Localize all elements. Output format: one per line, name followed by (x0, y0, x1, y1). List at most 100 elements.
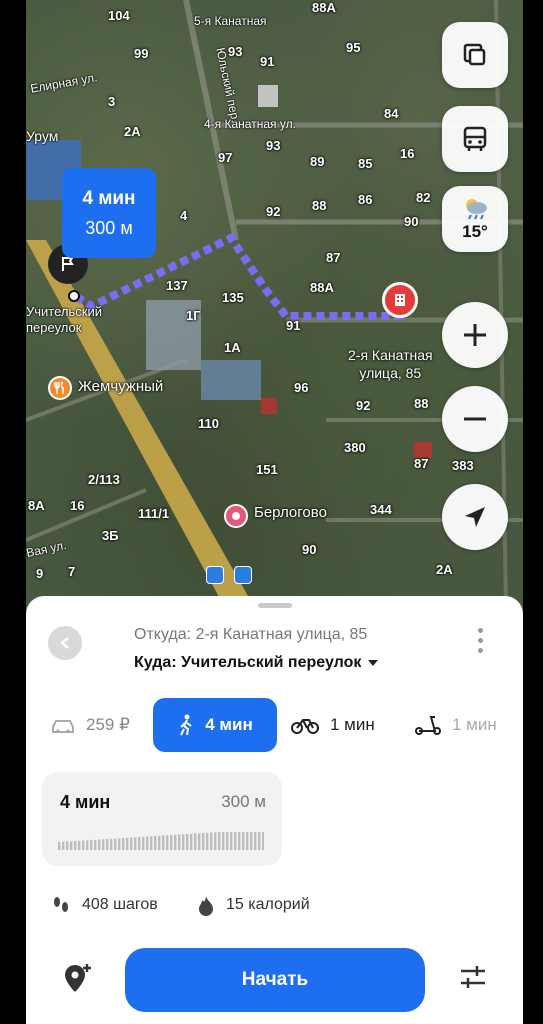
elevation-bar (186, 834, 189, 850)
elevation-bar (162, 835, 165, 850)
house-number: 87 (414, 456, 429, 471)
house-number: 380 (344, 440, 366, 455)
house-number: 2А (124, 124, 141, 139)
route-to-selector[interactable]: Куда: Учительский переулок (134, 654, 379, 672)
house-number: 111/1 (138, 506, 170, 521)
mode-walk-value: 4 мин (205, 715, 253, 734)
elevation-bar (154, 836, 157, 850)
house-number: 89 (310, 154, 325, 169)
route-time-bubble[interactable]: 4 мин 300 м (62, 168, 156, 258)
street-label: Урум (26, 128, 59, 144)
elevation-bar (194, 833, 197, 850)
house-number: 344 (370, 502, 392, 517)
elevation-bar (86, 840, 89, 850)
house-number: 99 (134, 46, 149, 61)
mode-scooter[interactable]: 1 мин (414, 698, 497, 752)
car-icon (52, 720, 74, 733)
transit-stop-marker[interactable] (234, 566, 252, 584)
mode-bike[interactable]: 1 мин (290, 698, 375, 752)
plus-icon (464, 324, 486, 346)
route-option-card[interactable]: 4 мин 300 м (42, 772, 282, 866)
house-number: 88 (312, 198, 327, 213)
elevation-bar (102, 839, 105, 850)
elevation-bar (90, 840, 93, 850)
elevation-bar (158, 835, 161, 850)
mode-car[interactable]: 259 ₽ (50, 698, 130, 752)
transit-stop-marker[interactable] (206, 566, 224, 584)
bus-icon (463, 126, 487, 151)
transit-button[interactable] (442, 106, 508, 172)
bike-icon (291, 719, 319, 734)
house-number: 82 (416, 190, 431, 205)
house-number: 7 (68, 564, 76, 579)
caret-down-icon (368, 660, 379, 666)
house-number: 91 (286, 318, 301, 333)
zoom-in-button[interactable] (442, 302, 508, 368)
elevation-bar (230, 832, 233, 850)
house-number: 88 (414, 396, 429, 411)
house-number: 151 (256, 462, 278, 477)
poi-marker[interactable] (224, 504, 248, 528)
house-number: 92 (356, 398, 371, 413)
elevation-bar (138, 837, 141, 850)
elevation-bar (190, 833, 193, 850)
more-options-button[interactable] (478, 628, 483, 653)
elevation-bar (198, 833, 201, 850)
house-number: 1А (224, 340, 241, 355)
house-number: 93 (228, 44, 243, 59)
elevation-bar (146, 836, 149, 850)
destination-marker[interactable] (382, 282, 418, 318)
rain-cloud-icon (466, 199, 487, 220)
route-time: 4 мин (82, 187, 136, 209)
weather-button[interactable]: 15° (442, 186, 508, 252)
sheet-drag-handle[interactable] (258, 603, 292, 608)
house-number: 2/113 (88, 472, 120, 487)
destination-label: 2-я Канатная улица, 85 (348, 347, 433, 381)
scooter-icon (415, 716, 441, 735)
elevation-bar (66, 841, 69, 850)
house-number: 86 (358, 192, 373, 207)
elevation-bar (78, 840, 81, 850)
elevation-bar (174, 834, 177, 850)
start-button[interactable]: Начать (125, 948, 425, 1012)
elevation-bar (150, 836, 153, 850)
calories-value: 15 калорий (226, 896, 310, 913)
route-to: Куда: Учительский переулок (134, 654, 362, 671)
elevation-bar (254, 832, 257, 850)
zoom-out-button[interactable] (442, 386, 508, 452)
layers-icon (463, 43, 486, 66)
house-number: 2А (436, 562, 453, 577)
house-number: 9 (36, 566, 44, 581)
layers-button[interactable] (442, 22, 508, 88)
route-settings-button[interactable] (458, 962, 488, 997)
route-bottom-sheet[interactable]: Откуда: 2-я Канатная улица, 85 Куда: Учи… (26, 596, 523, 1024)
house-number: 1Г (186, 308, 201, 323)
house-number: 90 (404, 214, 419, 229)
mode-car-value: 259 ₽ (86, 715, 130, 734)
elevation-bar (210, 832, 213, 850)
steps-value: 408 шагов (82, 896, 158, 913)
calories-stat: 15 калорий (196, 894, 310, 916)
elevation-bar (114, 838, 117, 850)
elevation-bar (70, 841, 73, 850)
house-number: 85 (358, 156, 373, 171)
house-number: 96 (294, 380, 309, 395)
route-from[interactable]: Откуда: 2-я Канатная улица, 85 (134, 626, 367, 644)
poi-marker[interactable] (48, 376, 72, 400)
building-icon (395, 294, 405, 306)
elevation-bar (110, 838, 113, 850)
map-view[interactable]: 5-я Канатная Елирная ул. 4-я Канатная ул… (26, 0, 523, 610)
locate-me-button[interactable] (442, 484, 508, 550)
street-label: Учительский переулок (26, 304, 102, 335)
house-number: 104 (108, 8, 130, 23)
sliders-icon (461, 966, 485, 988)
house-number: 88А (310, 280, 334, 295)
add-waypoint-button[interactable] (62, 962, 92, 999)
elevation-bar (258, 832, 261, 850)
house-number: 91 (260, 54, 275, 69)
chevron-left-icon (60, 637, 69, 649)
back-button[interactable] (48, 626, 82, 660)
elevation-bar (182, 834, 185, 850)
mode-walk[interactable]: 4 мин (153, 698, 277, 752)
mode-scooter-value: 1 мин (452, 715, 497, 734)
